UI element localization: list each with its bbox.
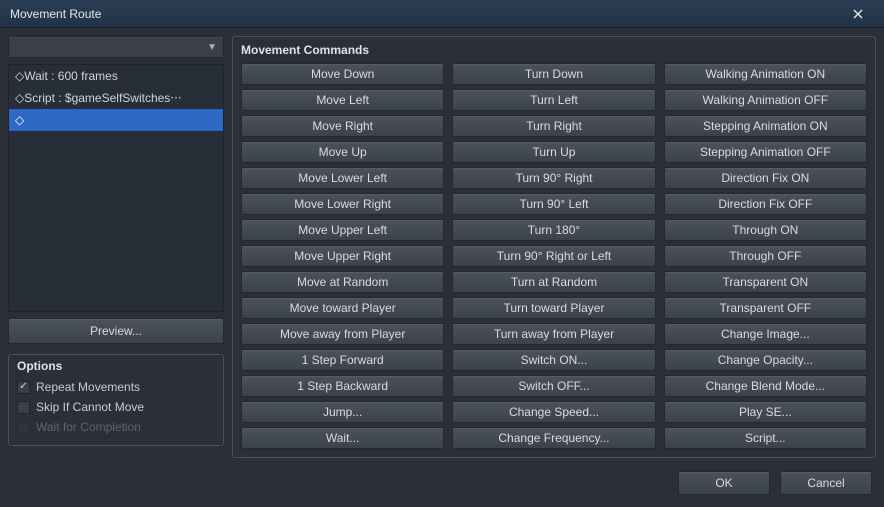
command-button[interactable]: Move Right	[241, 115, 444, 137]
route-list[interactable]: ◇Wait : 600 frames◇Script : $gameSelfSwi…	[8, 64, 224, 312]
checkbox-icon: ✓	[17, 381, 30, 394]
command-button[interactable]: Turn toward Player	[452, 297, 655, 319]
command-button[interactable]: Switch OFF...	[452, 375, 655, 397]
command-button[interactable]: Through OFF	[664, 245, 867, 267]
command-button[interactable]: Turn Left	[452, 89, 655, 111]
command-button[interactable]: 1 Step Backward	[241, 375, 444, 397]
command-button[interactable]: Transparent ON	[664, 271, 867, 293]
command-button[interactable]: Move at Random	[241, 271, 444, 293]
command-button[interactable]: Transparent OFF	[664, 297, 867, 319]
command-button[interactable]: Script...	[664, 427, 867, 449]
wait-for-completion-label: Wait for Completion	[36, 418, 141, 436]
command-button[interactable]: Turn Right	[452, 115, 655, 137]
dialog-footer: OK Cancel	[0, 466, 884, 499]
skip-if-cannot-move-label: Skip If Cannot Move	[36, 398, 144, 416]
command-button[interactable]: Turn 180°	[452, 219, 655, 241]
command-button[interactable]: Move Up	[241, 141, 444, 163]
checkbox-icon	[17, 421, 30, 434]
movement-commands-title: Movement Commands	[241, 43, 867, 57]
command-button[interactable]: Move Lower Right	[241, 193, 444, 215]
command-button[interactable]: Change Speed...	[452, 401, 655, 423]
title-bar: Movement Route	[0, 0, 884, 28]
command-button[interactable]: Turn at Random	[452, 271, 655, 293]
close-icon	[853, 9, 863, 19]
command-button[interactable]: Jump...	[241, 401, 444, 423]
command-button[interactable]: Move Lower Left	[241, 167, 444, 189]
wait-for-completion-checkbox: Wait for Completion	[17, 417, 215, 437]
repeat-movements-checkbox[interactable]: ✓ Repeat Movements	[17, 377, 215, 397]
command-button[interactable]: Through ON	[664, 219, 867, 241]
command-button[interactable]: Move Upper Left	[241, 219, 444, 241]
chevron-down-icon: ▼	[207, 42, 217, 53]
command-button[interactable]: Direction Fix ON	[664, 167, 867, 189]
command-button[interactable]: Change Blend Mode...	[664, 375, 867, 397]
options-group: Options ✓ Repeat Movements Skip If Canno…	[8, 354, 224, 446]
command-button[interactable]: Move Left	[241, 89, 444, 111]
route-item[interactable]: ◇	[9, 109, 223, 131]
command-button[interactable]: Walking Animation OFF	[664, 89, 867, 111]
command-button[interactable]: Stepping Animation ON	[664, 115, 867, 137]
command-button[interactable]: Turn Down	[452, 63, 655, 85]
command-button[interactable]: Switch ON...	[452, 349, 655, 371]
command-button[interactable]: Change Image...	[664, 323, 867, 345]
target-dropdown[interactable]: ▼	[8, 36, 224, 58]
command-button[interactable]: Direction Fix OFF	[664, 193, 867, 215]
command-button[interactable]: Wait...	[241, 427, 444, 449]
command-button[interactable]: Move toward Player	[241, 297, 444, 319]
route-item[interactable]: ◇Wait : 600 frames	[9, 65, 223, 87]
preview-button[interactable]: Preview...	[8, 318, 224, 344]
skip-if-cannot-move-checkbox[interactable]: Skip If Cannot Move	[17, 397, 215, 417]
command-button[interactable]: Turn 90° Right	[452, 167, 655, 189]
command-button[interactable]: Walking Animation ON	[664, 63, 867, 85]
command-button[interactable]: Change Frequency...	[452, 427, 655, 449]
command-button[interactable]: 1 Step Forward	[241, 349, 444, 371]
window-title: Movement Route	[10, 7, 840, 21]
repeat-movements-label: Repeat Movements	[36, 378, 140, 396]
checkbox-icon	[17, 401, 30, 414]
command-button[interactable]: Turn 90° Left	[452, 193, 655, 215]
close-button[interactable]	[840, 0, 876, 27]
command-button[interactable]: Turn 90° Right or Left	[452, 245, 655, 267]
command-button[interactable]: Turn Up	[452, 141, 655, 163]
movement-commands-group: Movement Commands Move Down Turn Down Walk…	[232, 36, 876, 458]
route-item[interactable]: ◇Script : $gameSelfSwitches‧‧‧	[9, 87, 223, 109]
command-button[interactable]: Move away from Player	[241, 323, 444, 345]
ok-button[interactable]: OK	[678, 471, 770, 495]
cancel-button[interactable]: Cancel	[780, 471, 872, 495]
command-button[interactable]: Change Opacity...	[664, 349, 867, 371]
command-button[interactable]: Move Upper Right	[241, 245, 444, 267]
command-button[interactable]: Turn away from Player	[452, 323, 655, 345]
command-button[interactable]: Stepping Animation OFF	[664, 141, 867, 163]
command-button[interactable]: Move Down	[241, 63, 444, 85]
options-title: Options	[17, 359, 215, 373]
command-button[interactable]: Play SE...	[664, 401, 867, 423]
